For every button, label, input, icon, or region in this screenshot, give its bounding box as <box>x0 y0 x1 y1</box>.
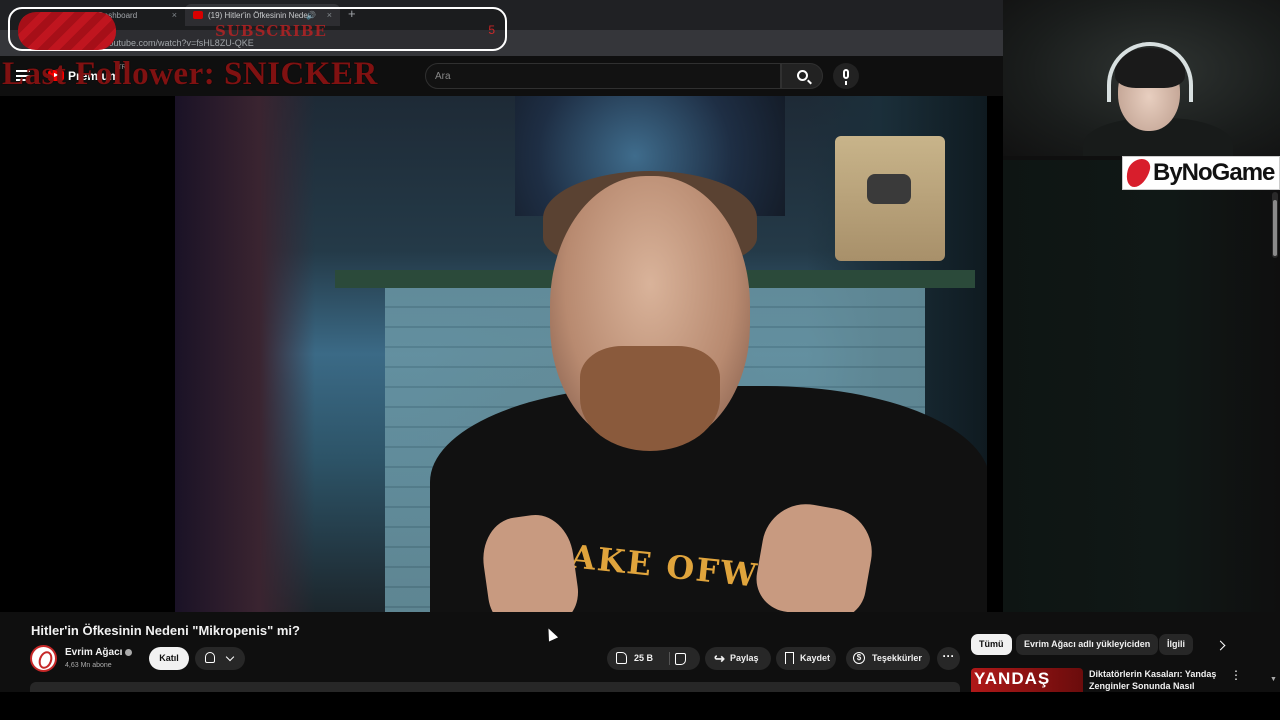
presenter-beard <box>580 346 720 451</box>
like-divider <box>669 652 670 665</box>
subscribe-overlay-count: 5 <box>488 23 495 37</box>
verified-icon <box>125 649 132 656</box>
save-button[interactable]: Kaydet <box>776 647 836 670</box>
subscribe-overlay: SUBSCRIBE 5 <box>8 7 507 51</box>
bynogame-banner: ByNoGame <box>1122 156 1280 190</box>
ambient-glow <box>1003 160 1280 612</box>
like-icon[interactable] <box>616 652 627 664</box>
description-box[interactable] <box>30 682 960 692</box>
chip-from-uploader[interactable]: Evrim Ağacı adlı yükleyiciden <box>1016 634 1159 655</box>
scroll-down-arrow-icon[interactable]: ▼ <box>1270 676 1277 683</box>
save-label: Kaydet <box>800 653 831 663</box>
notification-bell-button[interactable] <box>195 647 245 670</box>
video-frame: AKE OFWELL <box>175 96 987 612</box>
last-follower-overlay: Last Follower: SNICKER <box>2 56 378 92</box>
chip-all[interactable]: Tümü <box>971 634 1012 655</box>
headset-icon <box>1107 42 1193 102</box>
related-video-thumbnail[interactable]: YANDAŞ <box>971 668 1083 692</box>
channel-name[interactable]: Evrim Ağacı <box>65 647 122 658</box>
search-input[interactable]: Ara <box>425 63 781 89</box>
thumbnail-text: YANDAŞ <box>974 669 1051 688</box>
screen: Dashboard × (19) Hitler'in Öfkesinin Ned… <box>0 0 1280 720</box>
subscriber-count: 4,63 Mn abone <box>65 662 112 669</box>
voice-search-button[interactable] <box>833 63 859 89</box>
channel-avatar[interactable] <box>30 645 57 672</box>
like-count[interactable]: 25 B <box>634 647 653 670</box>
search-placeholder: Ara <box>435 71 451 82</box>
chip-related[interactable]: İlgili <box>1159 634 1193 655</box>
chevron-down-icon <box>225 652 235 662</box>
bynogame-text: ByNoGame <box>1153 159 1275 186</box>
subscribe-overlay-text: SUBSCRIBE <box>215 22 327 40</box>
join-button[interactable]: Katıl <box>149 647 189 670</box>
scene-play-button-plaque <box>835 136 945 261</box>
scene-wall-left <box>175 96 315 612</box>
search-button[interactable] <box>781 63 823 89</box>
video-player[interactable]: AKE OFWELL <box>0 96 1003 612</box>
subscribe-pill-graphic <box>18 12 116 50</box>
search-icon <box>797 70 808 81</box>
chevron-right-icon[interactable] <box>1213 637 1231 655</box>
thanks-icon: $ <box>853 652 865 664</box>
video-title: Hitler'in Öfkesinin Nedeni "Mikropenis" … <box>31 623 300 638</box>
thanks-label: Teşekkürler <box>872 653 922 663</box>
share-label: Paylaş <box>730 653 759 663</box>
share-icon: ↪ <box>714 651 725 666</box>
mic-icon <box>843 69 849 85</box>
webcam-overlay <box>1003 0 1280 156</box>
more-actions-button[interactable]: ··· <box>937 647 960 670</box>
thanks-button[interactable]: $ Teşekkürler <box>846 647 930 670</box>
like-dislike-group: 25 B <box>607 647 700 670</box>
kebab-menu-icon[interactable]: ⋮ <box>1230 669 1242 683</box>
bell-icon <box>205 652 215 663</box>
mouse-cursor-icon <box>543 626 559 642</box>
sidebar-scrollbar-thumb[interactable] <box>1273 200 1277 256</box>
dislike-icon[interactable] <box>675 653 686 665</box>
share-button[interactable]: ↪ Paylaş <box>705 647 771 670</box>
bynogame-logo-icon <box>1123 159 1153 187</box>
bottom-letterbox <box>0 692 1280 720</box>
related-video-title[interactable]: Diktatörlerin Kasaları: Yandaş Zenginler… <box>1089 668 1217 692</box>
save-icon <box>785 652 794 664</box>
